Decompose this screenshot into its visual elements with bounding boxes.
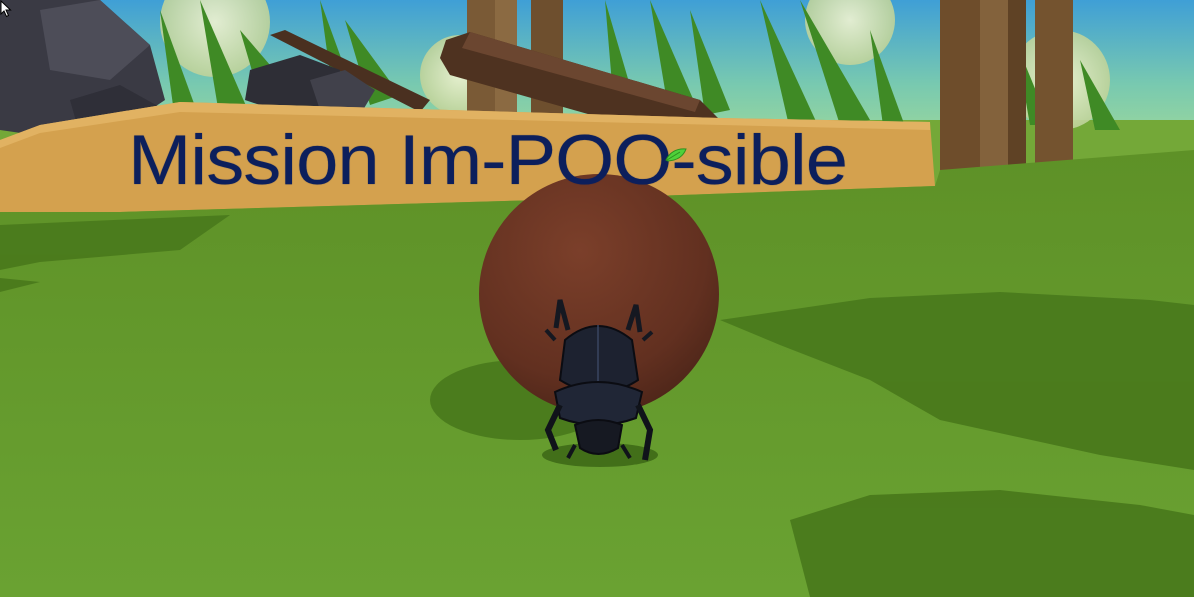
scene-graphics	[0, 0, 1194, 597]
game-title: Mission Im-POO-sible	[128, 121, 848, 201]
leaf-icon	[665, 148, 687, 162]
game-viewport[interactable]: Mission Im-POO-sible	[0, 0, 1194, 597]
mouse-pointer-icon	[0, 0, 12, 18]
